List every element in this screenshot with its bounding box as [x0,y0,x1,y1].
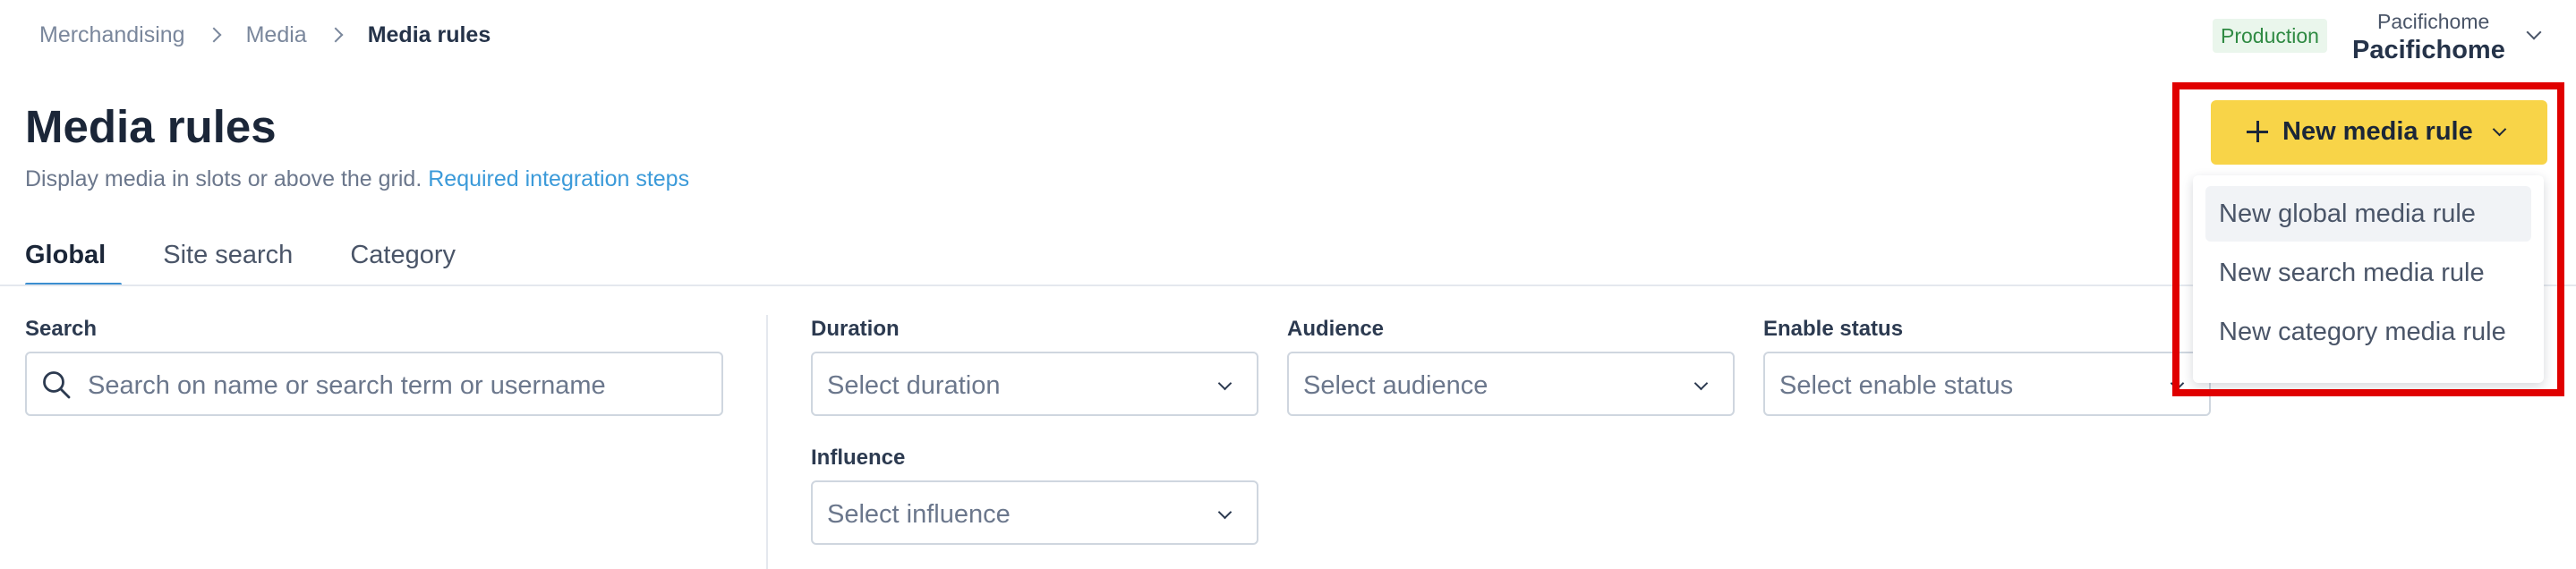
account-switcher[interactable]: Pacifichome Pacifichome [2352,7,2558,66]
account-org-small: Pacifichome [2377,10,2490,33]
search-icon [43,371,71,399]
highlight-annotation [2172,82,2564,396]
page-description: Display media in slots or above the grid… [25,166,689,192]
breadcrumb-merchandising[interactable]: Merchandising [39,22,185,48]
filter-divider [766,315,768,569]
page-title: Media rules [25,101,277,152]
chevron-down-icon [1217,505,1233,520]
search-placeholder: Search on name or search term or usernam… [88,371,606,400]
chevron-right-icon [328,27,344,43]
audience-placeholder: Select audience [1303,371,1488,400]
chevron-down-icon [1217,376,1233,391]
search-label: Search [25,317,98,341]
enable-status-placeholder: Select enable status [1779,371,2014,400]
breadcrumb: Merchandising Media Media rules [39,21,490,48]
duration-label: Duration [811,317,900,341]
environment-badge: Production [2213,19,2327,53]
influence-select[interactable]: Select influence [811,480,1258,545]
chevron-right-icon [206,27,222,43]
duration-select[interactable]: Select duration [811,352,1258,416]
audience-label: Audience [1287,317,1385,341]
tab-global[interactable]: Global [25,240,123,286]
tab-site-search[interactable]: Site search [163,240,293,286]
tab-category[interactable]: Category [350,240,456,286]
enable-status-label: Enable status [1763,317,1904,341]
breadcrumb-media[interactable]: Media [246,22,307,48]
tab-bar: Global Site search Category [25,240,513,286]
audience-select[interactable]: Select audience [1287,352,1735,416]
page-description-text: Display media in slots or above the grid… [25,166,422,191]
influence-label: Influence [811,446,906,470]
account-org-name: Pacifichome [2352,36,2505,64]
search-input[interactable]: Search on name or search term or usernam… [25,352,723,416]
duration-placeholder: Select duration [827,371,1001,400]
enable-status-select[interactable]: Select enable status [1763,352,2211,416]
breadcrumb-current: Media rules [367,21,491,47]
integration-steps-link[interactable]: Required integration steps [428,166,689,191]
influence-placeholder: Select influence [827,500,1011,529]
chevron-down-icon [2526,24,2542,40]
chevron-down-icon [1693,376,1709,391]
